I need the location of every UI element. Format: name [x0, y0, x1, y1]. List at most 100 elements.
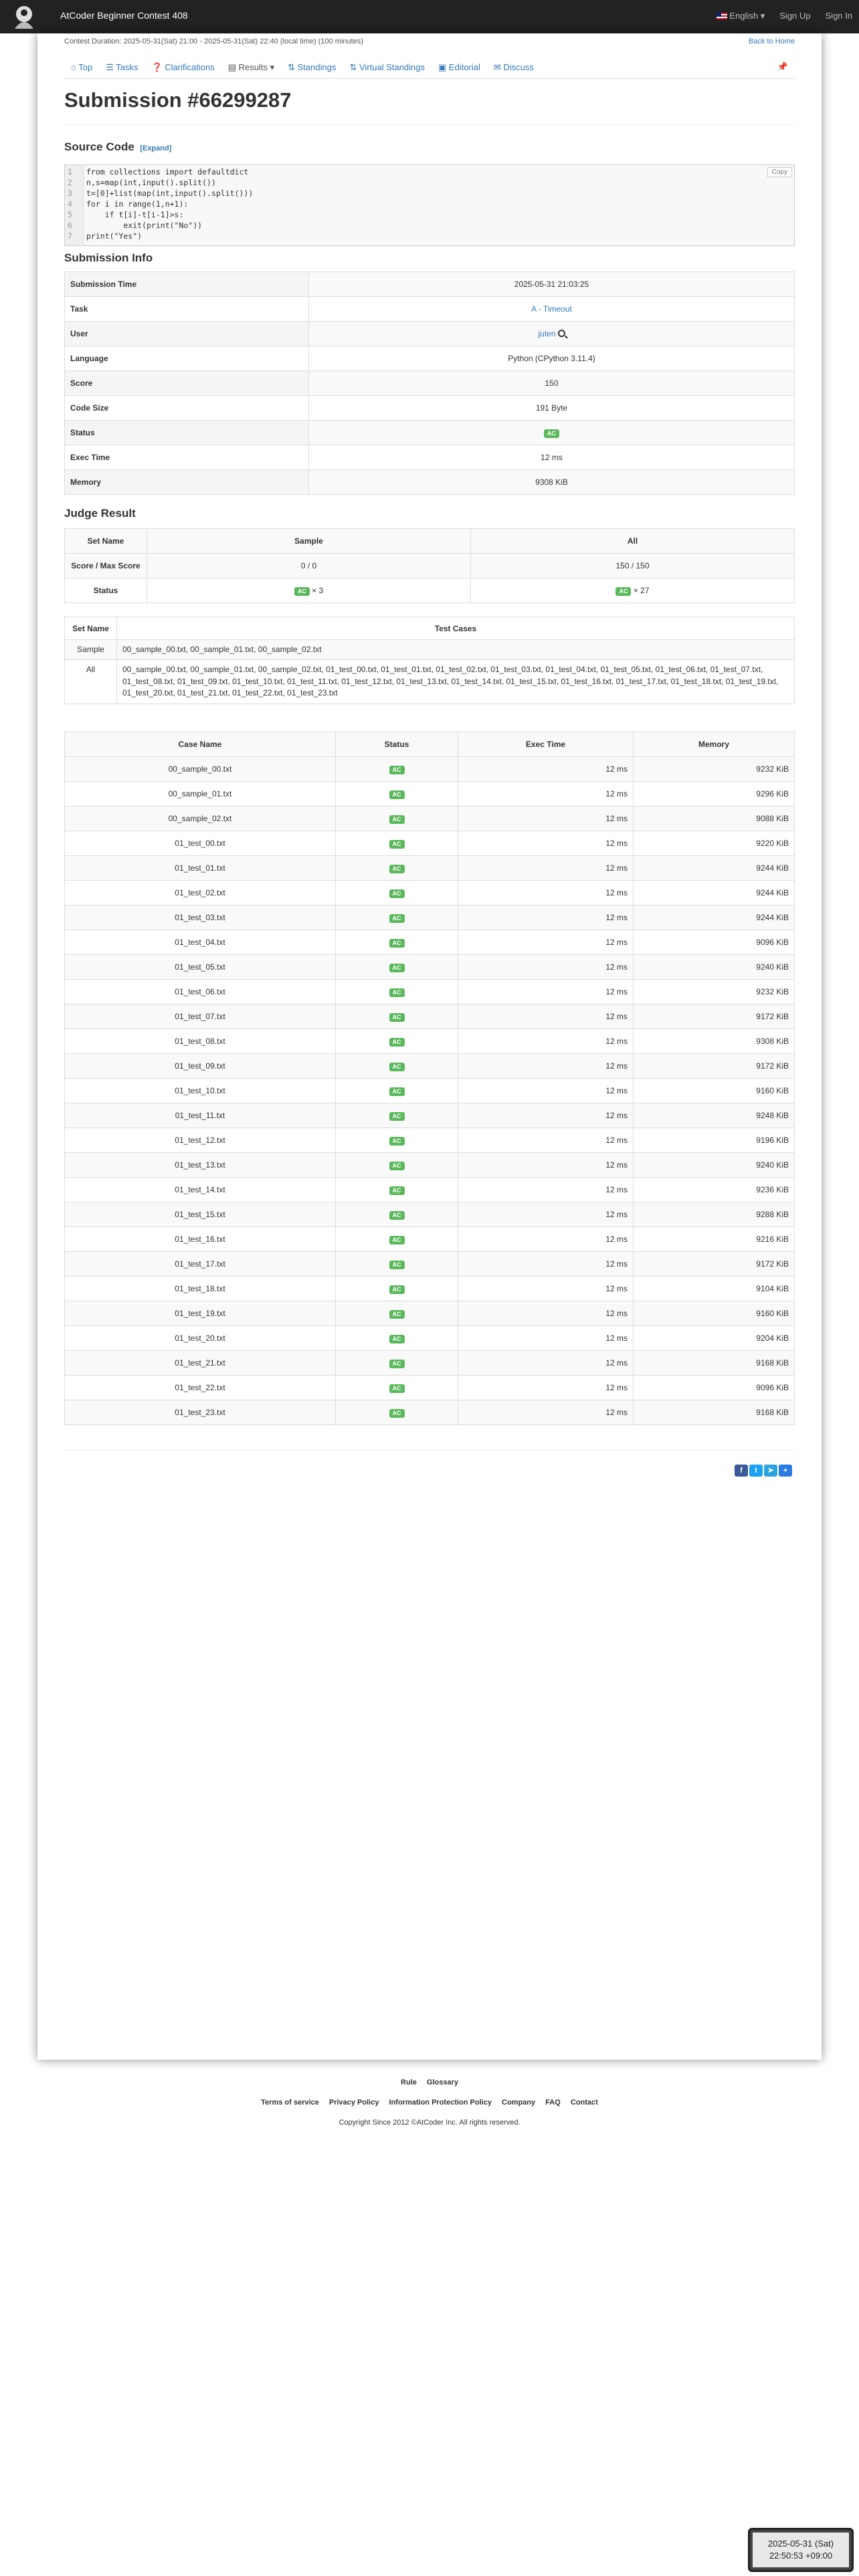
table-row: 01_test_11.txt AC 12 ms 9248 KiB	[64, 1103, 795, 1128]
atcoder-logo-icon[interactable]	[8, 2, 40, 31]
memory: 9168 KiB	[633, 1350, 795, 1376]
case-name: 01_test_18.txt	[64, 1276, 336, 1301]
footer-link-terms[interactable]: Terms of service	[261, 2099, 319, 2107]
table-row: 01_test_10.txt AC 12 ms 9160 KiB	[64, 1078, 795, 1103]
status-badge: AC	[389, 1359, 405, 1368]
table-row: 01_test_09.txt AC 12 ms 9172 KiB	[64, 1053, 795, 1079]
table-row: 01_test_20.txt AC 12 ms 9204 KiB	[64, 1325, 795, 1351]
footer-link-faq[interactable]: FAQ	[545, 2099, 561, 2107]
table-row: 00_sample_01.txt AC 12 ms 9296 KiB	[64, 781, 795, 807]
memory: 9308 KiB	[633, 1029, 795, 1054]
exec-time: 12 ms	[458, 1276, 634, 1301]
table-row: Task A - Timeout	[64, 296, 795, 322]
tab-virtual-standings[interactable]: ⇅ Virtual Standings	[343, 56, 432, 78]
case-name: 00_sample_02.txt	[64, 806, 336, 831]
status-badge: AC	[389, 1210, 405, 1220]
contest-title-link[interactable]: AtCoder Beginner Contest 408	[60, 10, 188, 21]
status-badge: AC	[389, 1384, 405, 1393]
search-icon[interactable]	[557, 330, 565, 337]
clock-date: 2025-05-31 (Sat)	[767, 2539, 834, 2549]
status-badge: AC	[389, 1136, 405, 1146]
memory: 9216 KiB	[633, 1226, 795, 1252]
test-cases-table: Case Name Status Exec Time Memory 00_sam…	[64, 732, 795, 1425]
memory: 9096 KiB	[633, 930, 795, 955]
exec-time: 12 ms	[458, 954, 634, 980]
table-row: 01_test_07.txt AC 12 ms 9172 KiB	[64, 1004, 795, 1029]
footer: Rule Glossary Terms of service Privacy P…	[0, 2078, 859, 2127]
submission-info-table: Submission Time 2025-05-31 21:03:25 Task A…	[64, 272, 795, 495]
pin-icon[interactable]: 📌	[777, 62, 788, 72]
table-row: Score / Max Score 0 / 0 150 / 150	[64, 553, 795, 578]
tab-clarifications[interactable]: ❓ Clarifications	[145, 56, 221, 78]
status-badge: AC	[389, 988, 405, 997]
footer-link-privacy[interactable]: Privacy Policy	[329, 2099, 379, 2107]
footer-link-glossary[interactable]: Glossary	[427, 2078, 458, 2086]
copyright-text: Copyright Since 2012 ©AtCoder Inc. All r…	[339, 2119, 520, 2127]
judge-result-heading-wrap: Judge Result	[64, 507, 795, 520]
status-badge: AC	[389, 889, 405, 898]
twitter-share-icon[interactable]: t	[749, 1465, 763, 1477]
table-row: Set Name Test Cases	[64, 617, 795, 640]
cases-body: 00_sample_00.txt AC 12 ms 9232 KiB 00_sample…	[64, 756, 795, 1425]
copy-button[interactable]: Copy	[767, 167, 792, 177]
tab-top[interactable]: ⌂ Top	[64, 56, 99, 78]
tab-results[interactable]: ▤ Results ▾	[221, 56, 281, 78]
table-row: Code Size 191 Byte	[64, 395, 795, 421]
table-row: 01_test_19.txt AC 12 ms 9160 KiB	[64, 1301, 795, 1326]
exec-time: 12 ms	[458, 1226, 634, 1252]
tab-editorial[interactable]: ▣ Editorial	[432, 56, 487, 78]
footer-links-secondary: Terms of service Privacy Policy Informat…	[0, 2099, 859, 2107]
status-badge: AC	[389, 1408, 405, 1418]
contest-duration: Contest Duration: 2025-05-31(Sat) 21:00 …	[64, 37, 363, 45]
sign-in-link[interactable]: Sign In	[826, 11, 852, 21]
task-link[interactable]: A - Timeout	[531, 304, 572, 314]
tab-tasks[interactable]: ☰ Tasks	[99, 56, 145, 78]
table-row: 01_test_03.txt AC 12 ms 9244 KiB	[64, 905, 795, 930]
back-to-home-link[interactable]: Back to Home	[749, 37, 795, 45]
case-name: 01_test_13.txt	[64, 1152, 336, 1178]
memory: 9204 KiB	[633, 1325, 795, 1351]
exec-time: 12 ms	[458, 1251, 634, 1277]
status-badge: AC	[294, 586, 310, 596]
memory: 9160 KiB	[633, 1078, 795, 1103]
footer-link-company[interactable]: Company	[502, 2099, 535, 2107]
exec-time: 12 ms	[458, 1053, 634, 1079]
status-badge: AC	[389, 1186, 405, 1195]
table-row: Status AC	[64, 420, 795, 445]
user-link[interactable]: juten	[538, 329, 555, 338]
sign-up-link[interactable]: Sign Up	[779, 11, 810, 21]
case-name: 01_test_02.txt	[64, 880, 336, 905]
table-row: 01_test_05.txt AC 12 ms 9240 KiB	[64, 954, 795, 980]
status-badge: AC	[389, 1285, 405, 1294]
language-dropdown[interactable]: English ▾	[717, 11, 765, 21]
exec-time: 12 ms	[458, 1301, 634, 1326]
footer-link-contact[interactable]: Contact	[571, 2099, 598, 2107]
exec-time: 12 ms	[458, 756, 634, 782]
footer-link-rule[interactable]: Rule	[401, 2078, 417, 2086]
memory: 9172 KiB	[633, 1004, 795, 1029]
memory: 9160 KiB	[633, 1301, 795, 1326]
table-row: Memory 9308 KiB	[64, 469, 795, 495]
exec-time: 12 ms	[458, 1177, 634, 1202]
plus-share-icon[interactable]: +	[779, 1465, 792, 1477]
status-badge: AC	[389, 839, 405, 849]
tab-standings[interactable]: ⇅ Standings	[281, 56, 343, 78]
exec-time: 12 ms	[458, 905, 634, 930]
tab-discuss[interactable]: ✉ Discuss	[487, 56, 541, 78]
status-badge: AC	[389, 1111, 405, 1121]
exec-time: 12 ms	[458, 1152, 634, 1178]
telegram-share-icon[interactable]: ➤	[764, 1465, 777, 1477]
source-code-block[interactable]: 1 from collections import defaultdict 2 n,…	[64, 165, 795, 246]
status-badge: AC	[389, 1037, 405, 1047]
exec-time: 12 ms	[458, 1029, 634, 1054]
facebook-share-icon[interactable]: f	[735, 1465, 748, 1477]
exec-time: 12 ms	[458, 1375, 634, 1400]
expand-code-link[interactable]: [Expand]	[140, 144, 171, 152]
main-container: Contest Duration: 2025-05-31(Sat) 21:00 …	[37, 33, 822, 2060]
table-row: Status AC × 3 AC × 27	[64, 578, 795, 603]
exec-time: 12 ms	[458, 880, 634, 905]
memory: 9244 KiB	[633, 905, 795, 930]
case-name: 01_test_10.txt	[64, 1078, 336, 1103]
footer-link-info-protection[interactable]: Information Protection Policy	[389, 2099, 492, 2107]
status-badge: AC	[389, 765, 405, 774]
